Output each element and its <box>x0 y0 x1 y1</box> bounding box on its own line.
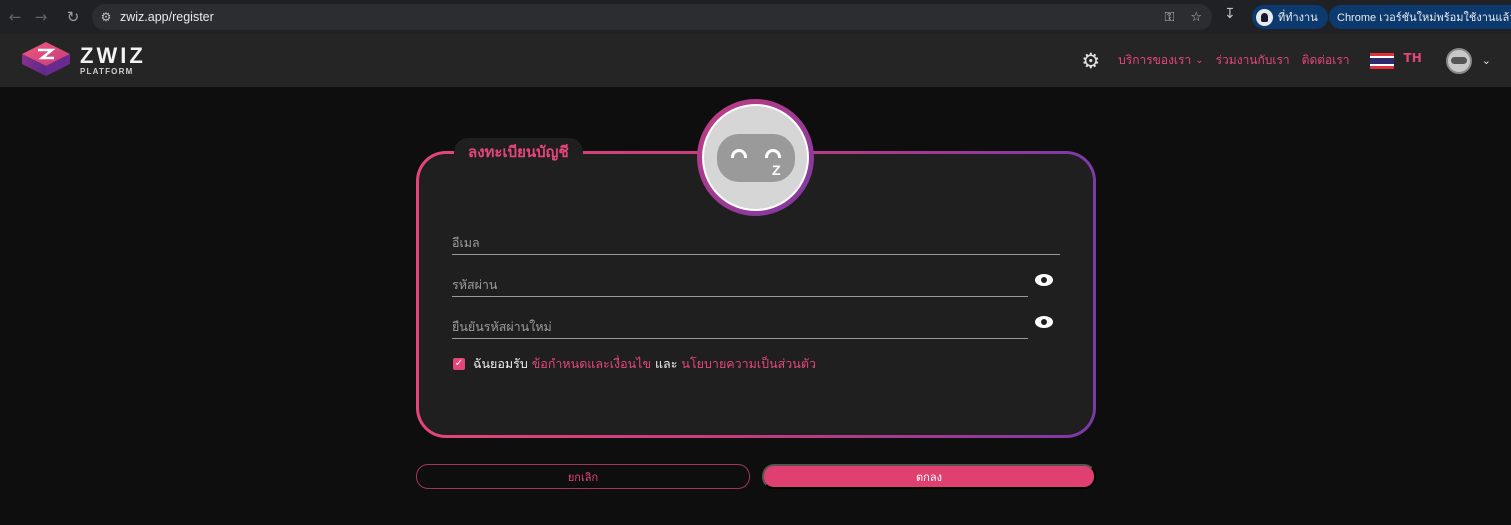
app-header: ZWIZ PLATFORM ⚙ บริการของเรา ⌄ ร่วมงานกั… <box>0 34 1511 87</box>
url-text[interactable]: zwiz.app/register <box>120 10 214 24</box>
reload-icon[interactable]: ↻ <box>60 4 86 30</box>
email-field[interactable]: อีเมล <box>452 231 1060 255</box>
agree-prefix: ฉันยอมรับ <box>473 356 528 371</box>
cancel-button[interactable]: ยกเลิก <box>416 464 750 489</box>
thai-flag-icon[interactable] <box>1369 52 1394 69</box>
user-avatar-icon[interactable] <box>1445 47 1472 74</box>
confirm-password-field[interactable]: ยืนยันรหัสผ่านใหม่ <box>452 315 1028 339</box>
ok-button[interactable]: ตกลง <box>762 464 1096 489</box>
key-icon[interactable]: ⚿ <box>1164 10 1174 25</box>
zwiz-logo-icon <box>22 42 70 76</box>
chevron-down-icon: ⌄ <box>1195 55 1204 66</box>
forward-icon[interactable]: → <box>28 4 54 30</box>
header-nav: ⚙ บริการของเรา ⌄ ร่วมงานกับเรา ติดต่อเรา… <box>1081 34 1491 87</box>
password-field[interactable]: รหัสผ่าน <box>452 273 1028 297</box>
nav-services[interactable]: บริการของเรา ⌄ <box>1118 51 1203 70</box>
nav-services-label: บริการของเรา <box>1118 53 1192 67</box>
email-placeholder: อีเมล <box>452 234 480 250</box>
agree-row: ✓ ฉันยอมรับ ข้อกำหนดและเงื่อนไข และ นโยบ… <box>453 354 816 374</box>
page-title: ลงทะเบียนบัญชี <box>454 138 583 168</box>
mascot-avatar: Z <box>697 99 814 216</box>
chrome-update-chip[interactable]: Chrome เวอร์ชันใหม่พร้อมใช้งานแล้ว ⋮ <box>1329 5 1511 29</box>
logo-subtitle: PLATFORM <box>80 66 134 76</box>
profile-avatar-icon <box>1256 8 1273 26</box>
back-icon[interactable]: ← <box>2 4 28 30</box>
profile-label: ที่ทำงาน <box>1278 12 1318 24</box>
eye-icon[interactable] <box>1034 273 1054 287</box>
terms-link[interactable]: ข้อกำหนดและเงื่อนไข <box>532 356 651 371</box>
download-icon[interactable]: ↧ <box>1224 6 1236 22</box>
logo-title: ZWIZ <box>80 42 146 68</box>
mascot-face-icon: Z <box>702 104 809 211</box>
language-label[interactable]: TH <box>1404 51 1422 65</box>
profile-chip[interactable]: ที่ทำงาน <box>1252 5 1328 29</box>
privacy-link[interactable]: นโยบายความเป็นส่วนตัว <box>681 356 816 371</box>
gear-icon[interactable]: ⚙ <box>1081 49 1100 73</box>
star-icon[interactable]: ☆ <box>1190 10 1202 25</box>
confirm-password-placeholder: ยืนยันรหัสผ่านใหม่ <box>452 318 552 334</box>
mascot-eye-right <box>764 148 781 158</box>
password-placeholder: รหัสผ่าน <box>452 276 498 292</box>
zwiz-logo[interactable]: ZWIZ PLATFORM <box>20 40 146 80</box>
and-word: และ <box>654 356 678 371</box>
mascot-eye-left <box>730 148 747 158</box>
nav-contact[interactable]: ติดต่อเรา <box>1302 51 1350 70</box>
update-label: Chrome เวอร์ชันใหม่พร้อมใช้งานแล้ว <box>1337 12 1511 24</box>
mascot-z-mark: Z <box>771 161 781 178</box>
chevron-down-icon[interactable]: ⌄ <box>1482 54 1491 67</box>
browser-toolbar: ← → ↻ ⚙ zwiz.app/register ⚿ ☆ ↧ ที่ทำงาน… <box>0 0 1511 34</box>
address-bar[interactable]: ⚙ zwiz.app/register ⚿ ☆ <box>92 4 1212 30</box>
agree-checkbox[interactable]: ✓ <box>453 358 465 370</box>
site-settings-icon[interactable]: ⚙ <box>92 10 120 24</box>
mascot-visor: Z <box>716 133 795 182</box>
nav-partner[interactable]: ร่วมงานกับเรา <box>1216 51 1290 70</box>
eye-icon[interactable] <box>1034 315 1054 329</box>
